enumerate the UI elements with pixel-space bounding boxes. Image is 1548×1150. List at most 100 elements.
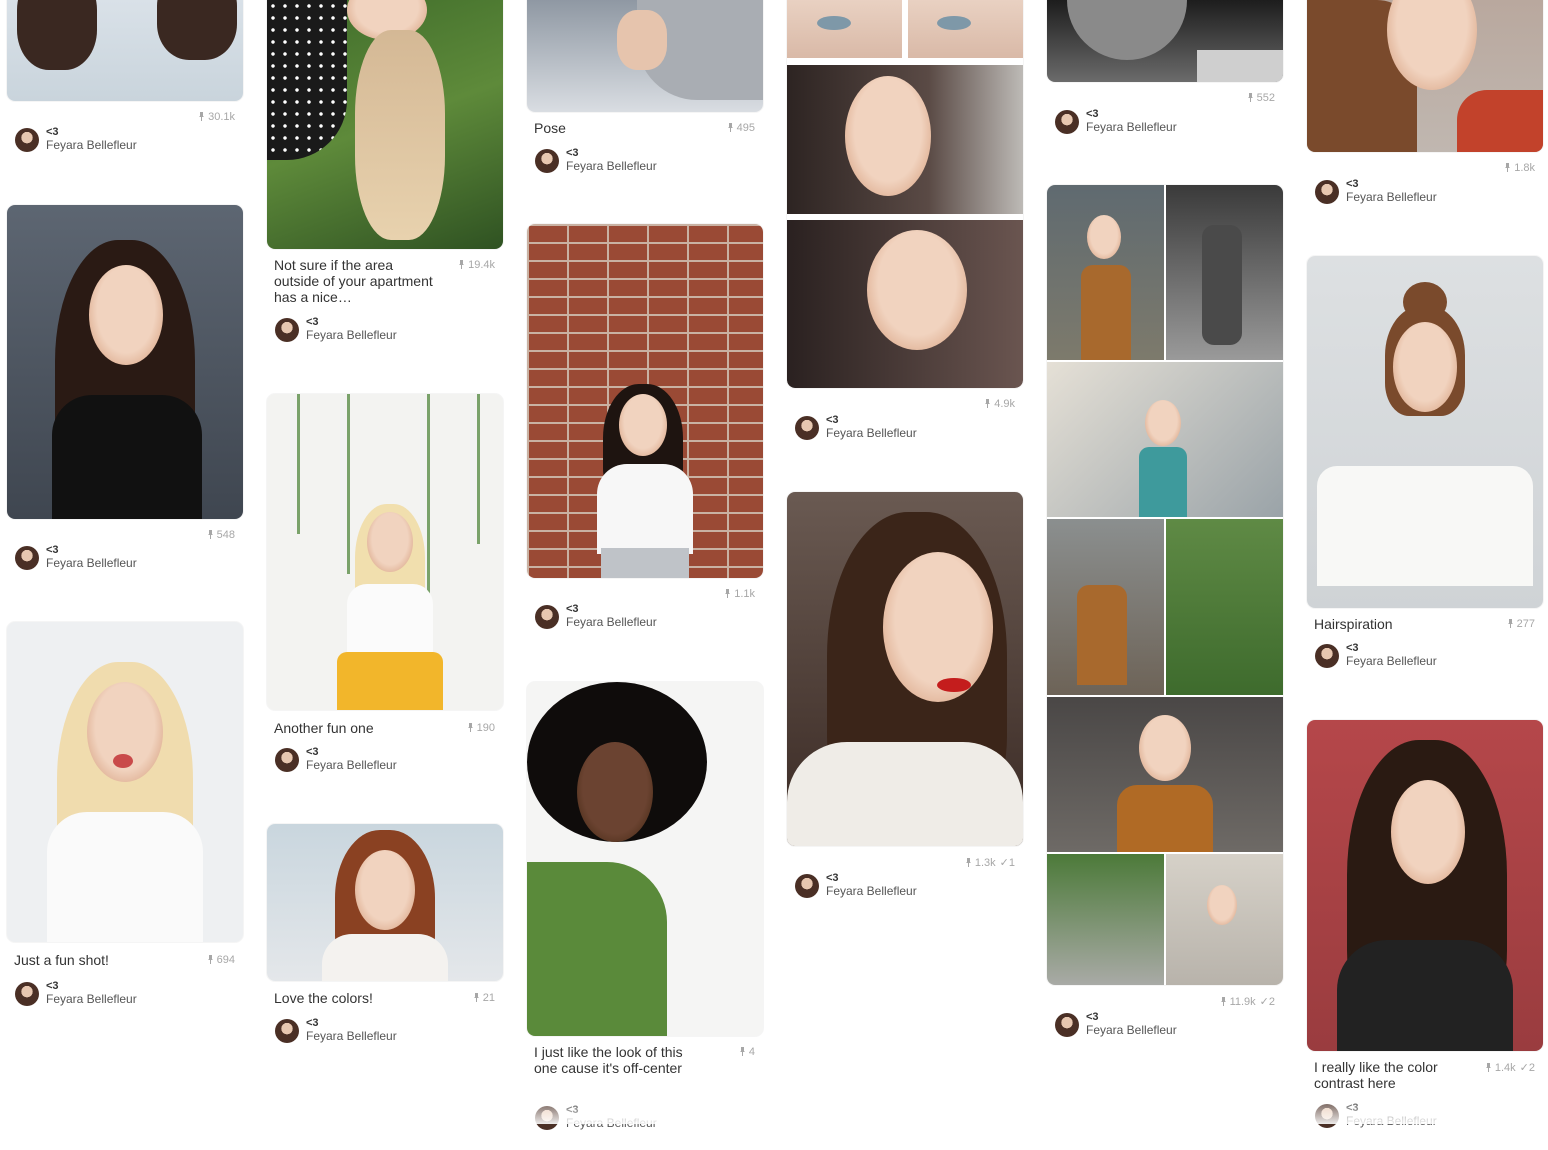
pin-title[interactable]: I really like the color contrast here [1314, 1059, 1464, 1091]
pin-image[interactable] [527, 0, 763, 112]
pin-image[interactable] [527, 682, 763, 1036]
pin-card[interactable]: 552 <3 Feyara Bellefleur [1047, 0, 1283, 150]
board-name[interactable]: <3 [1346, 178, 1359, 190]
pin-attribution[interactable]: <3 Feyara Bellefleur [1315, 1102, 1535, 1130]
user-avatar[interactable] [535, 1106, 559, 1130]
pin-card[interactable]: Pose 495 <3 Feyara Bellefleur [527, 0, 763, 180]
board-name[interactable]: <3 [46, 126, 59, 138]
board-name[interactable]: <3 [826, 414, 839, 426]
user-avatar[interactable] [1315, 180, 1339, 204]
pin-card[interactable]: Love the colors! 21 <3 Feyara Bellefleur [267, 824, 503, 1054]
board-name[interactable]: <3 [306, 316, 319, 328]
user-avatar[interactable] [15, 546, 39, 570]
pin-title[interactable]: Not sure if the area outside of your apa… [274, 257, 434, 305]
board-name[interactable]: <3 [1086, 1011, 1099, 1023]
pin-image[interactable] [787, 0, 1023, 388]
pin-image[interactable] [1047, 0, 1283, 82]
pin-attribution[interactable]: <3 Feyara Bellefleur [535, 603, 755, 631]
pin-attribution[interactable]: <3 Feyara Bellefleur [1055, 1011, 1275, 1039]
pin-image[interactable] [267, 394, 503, 710]
pin-image[interactable] [1047, 185, 1283, 985]
pin-card[interactable]: Hairspiration 277 <3 Feyara Bellefleur [1307, 256, 1543, 686]
pin-image[interactable] [527, 224, 763, 578]
pin-image[interactable] [7, 205, 243, 519]
pin-attribution[interactable]: <3 Feyara Bellefleur [15, 980, 235, 1008]
pin-title[interactable]: Pose [534, 120, 694, 136]
pin-card[interactable]: 4.9k <3 Feyara Bellefleur [787, 0, 1023, 450]
pin-attribution[interactable]: <3 Feyara Bellefleur [275, 1017, 495, 1045]
pin-attribution[interactable]: <3 Feyara Bellefleur [795, 872, 1015, 900]
board-name[interactable]: <3 [566, 1104, 579, 1116]
pin-card[interactable]: 1.3k ✓1 <3 Feyara Bellefleur [787, 492, 1023, 912]
pin-title[interactable]: I just like the look of this one cause i… [534, 1044, 684, 1076]
board-name[interactable]: <3 [306, 746, 319, 758]
user-name[interactable]: Feyara Bellefleur [1086, 120, 1177, 134]
pin-attribution[interactable]: <3 Feyara Bellefleur [15, 126, 235, 154]
user-name[interactable]: Feyara Bellefleur [826, 884, 917, 898]
board-name[interactable]: <3 [46, 544, 59, 556]
board-name[interactable]: <3 [1086, 108, 1099, 120]
user-name[interactable]: Feyara Bellefleur [1346, 1114, 1437, 1128]
pin-card[interactable]: I really like the color contrast here 1.… [1307, 720, 1543, 1150]
user-name[interactable]: Feyara Bellefleur [1086, 1023, 1177, 1037]
user-name[interactable]: Feyara Bellefleur [306, 328, 397, 342]
pin-card[interactable]: 548 <3 Feyara Bellefleur [7, 205, 243, 585]
pin-attribution[interactable]: <3 Feyara Bellefleur [1315, 178, 1535, 206]
board-name[interactable]: <3 [306, 1017, 319, 1029]
pin-card[interactable]: Not sure if the area outside of your apa… [267, 0, 503, 350]
user-avatar[interactable] [535, 605, 559, 629]
user-avatar[interactable] [15, 982, 39, 1006]
pin-card[interactable]: Another fun one 190 <3 Feyara Bellefleur [267, 394, 503, 784]
pin-attribution[interactable]: <3 Feyara Bellefleur [535, 1104, 755, 1132]
pin-card[interactable]: 11.9k ✓2 <3 Feyara Bellefleur [1047, 185, 1283, 1065]
board-name[interactable]: <3 [46, 980, 59, 992]
pin-image[interactable] [1307, 720, 1543, 1051]
board-name[interactable]: <3 [566, 147, 579, 159]
pin-title[interactable]: Hairspiration [1314, 616, 1474, 632]
pin-attribution[interactable]: <3 Feyara Bellefleur [535, 147, 755, 175]
pin-card[interactable]: Just a fun shot! 694 <3 Feyara Bellefleu… [7, 622, 243, 1022]
pin-attribution[interactable]: <3 Feyara Bellefleur [795, 414, 1015, 442]
user-name[interactable]: Feyara Bellefleur [566, 615, 657, 629]
user-avatar[interactable] [795, 874, 819, 898]
user-avatar[interactable] [15, 128, 39, 152]
board-name[interactable]: <3 [826, 872, 839, 884]
user-avatar[interactable] [1055, 110, 1079, 134]
pin-image[interactable] [1307, 0, 1543, 152]
user-name[interactable]: Feyara Bellefleur [566, 159, 657, 173]
user-name[interactable]: Feyara Bellefleur [46, 556, 137, 570]
pin-attribution[interactable]: <3 Feyara Bellefleur [275, 746, 495, 774]
user-avatar[interactable] [1315, 1104, 1339, 1128]
pin-attribution[interactable]: <3 Feyara Bellefleur [275, 316, 495, 344]
pin-image[interactable] [267, 824, 503, 981]
user-name[interactable]: Feyara Bellefleur [306, 758, 397, 772]
pin-image[interactable] [787, 492, 1023, 846]
pin-attribution[interactable]: <3 Feyara Bellefleur [1315, 642, 1535, 670]
user-avatar[interactable] [535, 149, 559, 173]
user-avatar[interactable] [1055, 1013, 1079, 1037]
board-name[interactable]: <3 [566, 603, 579, 615]
pin-title[interactable]: Another fun one [274, 720, 434, 736]
pin-image[interactable] [7, 0, 243, 101]
user-name[interactable]: Feyara Bellefleur [566, 1116, 657, 1130]
pin-card[interactable]: I just like the look of this one cause i… [527, 682, 763, 1142]
user-name[interactable]: Feyara Bellefleur [1346, 654, 1437, 668]
user-avatar[interactable] [275, 318, 299, 342]
user-name[interactable]: Feyara Bellefleur [46, 992, 137, 1006]
pin-card[interactable]: 1.8k <3 Feyara Bellefleur [1307, 0, 1543, 220]
pin-title[interactable]: Love the colors! [274, 990, 434, 1006]
user-name[interactable]: Feyara Bellefleur [46, 138, 137, 152]
user-name[interactable]: Feyara Bellefleur [306, 1029, 397, 1043]
user-name[interactable]: Feyara Bellefleur [826, 426, 917, 440]
pin-attribution[interactable]: <3 Feyara Bellefleur [15, 544, 235, 572]
user-avatar[interactable] [275, 1019, 299, 1043]
pin-card[interactable]: 30.1k <3 Feyara Bellefleur [7, 0, 243, 160]
pin-image[interactable] [267, 0, 503, 249]
pin-image[interactable] [1307, 256, 1543, 608]
pin-title[interactable]: Just a fun shot! [14, 952, 174, 968]
user-avatar[interactable] [1315, 644, 1339, 668]
board-name[interactable]: <3 [1346, 642, 1359, 654]
user-name[interactable]: Feyara Bellefleur [1346, 190, 1437, 204]
board-name[interactable]: <3 [1346, 1102, 1359, 1114]
user-avatar[interactable] [795, 416, 819, 440]
